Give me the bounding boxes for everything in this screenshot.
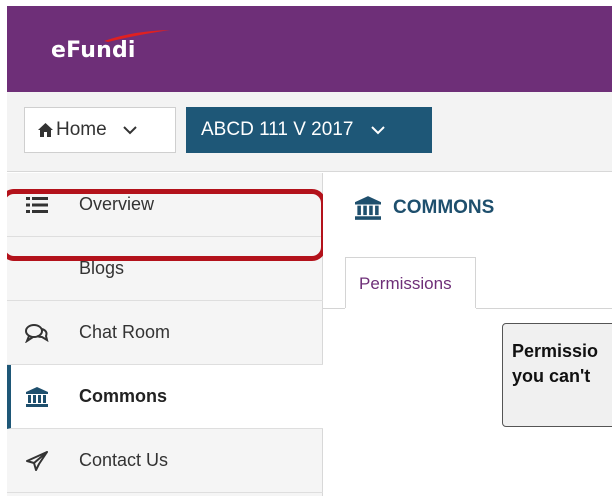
page-title: COMMONS (355, 196, 494, 220)
home-icon (38, 123, 53, 137)
institution-icon (25, 386, 49, 407)
page-title-text: COMMONS (393, 197, 495, 218)
sidebar-item-chat-room[interactable]: Chat Room (7, 301, 323, 365)
sidebar-item-blogs[interactable]: Blogs (7, 237, 323, 301)
sidebar-item-label: Commons (79, 386, 168, 406)
sidebar-item-contact-us[interactable]: Contact Us (7, 429, 323, 493)
home-dropdown-button[interactable]: Home (24, 107, 176, 153)
sidebar-item-label: Overview (79, 194, 155, 214)
browser-viewport: eFundi Home ABCD 111 V 2017 Overview Blo… (7, 6, 612, 496)
tool-content: COMMONS Permissions Permissio you can't (323, 173, 612, 496)
alert-line-1: Permissio (512, 341, 599, 361)
alert-line-2: you can't (512, 366, 591, 386)
chevron-down-icon (122, 126, 137, 135)
home-label: Home (56, 119, 107, 140)
institution-icon (355, 196, 381, 220)
portal-header: eFundi (7, 6, 612, 92)
sidebar-item-commons[interactable]: Commons (7, 365, 323, 429)
list-icon (25, 195, 49, 215)
chevron-down-icon (371, 126, 386, 135)
paper-plane-icon (25, 450, 49, 471)
logo-swoosh-icon (104, 30, 170, 42)
sidebar-item-label: Blogs (79, 258, 125, 278)
current-site-dropdown-button[interactable]: ABCD 111 V 2017 (186, 107, 432, 153)
tab-active-gap (345, 308, 476, 309)
tab-permissions[interactable]: Permissions (345, 257, 476, 309)
site-label: ABCD 111 V 2017 (201, 119, 354, 140)
sidebar-item-overview[interactable]: Overview (7, 173, 323, 237)
tool-menu: Overview Blogs Chat Room Commons Contact… (7, 173, 323, 496)
permissions-alert: Permissio you can't (502, 323, 612, 427)
tab-label: Permissions (359, 273, 452, 293)
chat-icon (25, 323, 49, 343)
sidebar-item-label: Chat Room (79, 322, 171, 342)
sidebar-item-label: Contact Us (79, 450, 169, 470)
site-navigation: Home ABCD 111 V 2017 (7, 92, 612, 172)
